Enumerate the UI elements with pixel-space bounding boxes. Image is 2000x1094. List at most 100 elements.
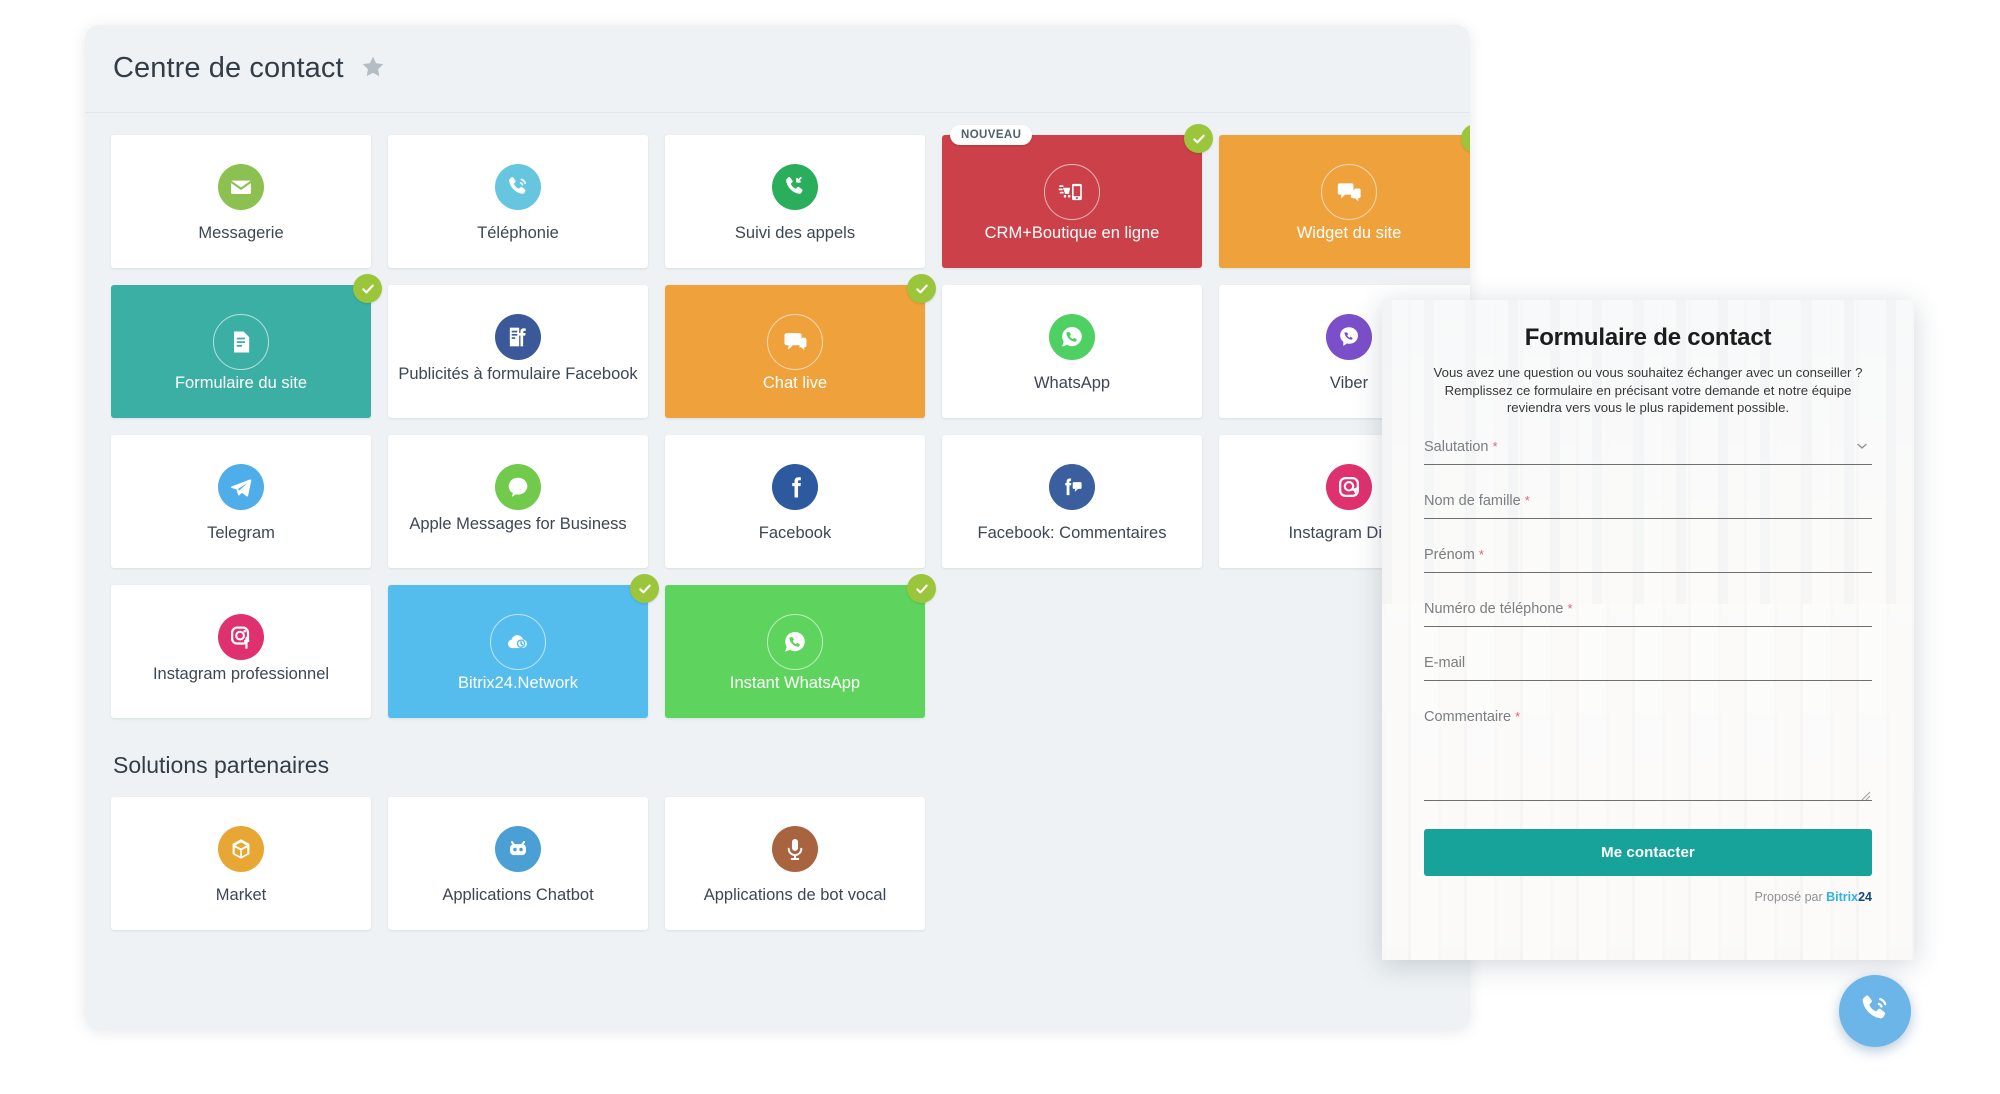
- channel-tile-label: Bitrix24.Network: [457, 674, 579, 692]
- partner-tile[interactable]: Market: [111, 797, 371, 930]
- required-marker: *: [1567, 600, 1573, 616]
- channel-tile[interactable]: Téléphonie: [388, 135, 648, 268]
- channel-tile-label: WhatsApp: [1033, 374, 1111, 392]
- form-content: Formulaire de contact Vous avez une ques…: [1382, 300, 1914, 904]
- channel-tile-label: Messagerie: [198, 224, 284, 242]
- cloud-network-icon: [490, 614, 546, 670]
- partner-tile-grid: Market Applications Chatbot Applications d…: [111, 797, 1444, 930]
- selected-check-badge: [630, 574, 659, 603]
- form-fields: Salutation * Nom de famille * Prénom * Numé…: [1424, 439, 1872, 801]
- channel-tile-label: Widget du site: [1296, 224, 1402, 242]
- field-underline[interactable]: [1424, 517, 1872, 519]
- field-label: Commentaire *: [1424, 708, 1521, 725]
- channel-tile-label: Formulaire du site: [174, 374, 308, 392]
- partner-tile-label: Market: [215, 886, 267, 904]
- selected-check-badge: [353, 274, 382, 303]
- screen-root: Centre de contact Messagerie Téléphonie Su…: [0, 0, 2000, 1094]
- form-title: Formulaire de contact: [1524, 324, 1772, 351]
- field-underline[interactable]: [1424, 571, 1872, 573]
- channel-tile-label: Apple Messages for Business: [409, 515, 627, 533]
- channel-tile[interactable]: Bitrix24.Network: [388, 574, 659, 718]
- channel-tile-label: CRM+Boutique en ligne: [984, 224, 1160, 242]
- footer-prefix: Proposé par: [1754, 889, 1823, 904]
- selected-check-badge: [1461, 124, 1470, 153]
- comment-input[interactable]: [1424, 734, 1872, 800]
- contact-center-panel: Centre de contact Messagerie Téléphonie Su…: [85, 25, 1470, 1030]
- channel-tile[interactable]: Facebook: [665, 435, 925, 568]
- required-marker: *: [1492, 438, 1498, 454]
- required-marker: *: [1478, 546, 1484, 562]
- selected-check-badge: [907, 274, 936, 303]
- channel-tile[interactable]: Messagerie: [111, 135, 371, 268]
- form-field: Salutation *: [1424, 439, 1872, 465]
- channel-tile-label: Suivi des appels: [734, 224, 856, 242]
- field-label: Salutation *: [1424, 438, 1498, 455]
- apple-messages-icon: [495, 464, 541, 510]
- channel-tile[interactable]: Chat live: [665, 274, 936, 418]
- chat-bubbles-icon: [1321, 164, 1377, 220]
- partner-tile-label: Applications de bot vocal: [703, 886, 887, 904]
- selected-check-badge: [907, 574, 936, 603]
- partner-tile[interactable]: Applications Chatbot: [388, 797, 648, 930]
- required-marker: *: [1524, 492, 1530, 508]
- required-marker: *: [1515, 708, 1521, 724]
- channel-tile[interactable]: Formulaire du site: [111, 274, 382, 418]
- box-icon: [218, 826, 264, 872]
- channel-tile-label: Facebook: [758, 524, 832, 542]
- phone-ring-icon: [495, 164, 541, 210]
- chevron-down-icon[interactable]: [1854, 438, 1870, 454]
- star-icon[interactable]: [360, 54, 386, 84]
- channel-tile-label: Telegram: [207, 524, 275, 542]
- channel-tile[interactable]: Telegram: [111, 435, 371, 568]
- channel-tile-label: Instagram professionnel: [152, 665, 330, 683]
- online-store-icon: [1044, 164, 1100, 220]
- channel-tile[interactable]: WhatsApp: [942, 285, 1202, 418]
- form-document-icon: [213, 314, 269, 370]
- selected-check-badge: [1184, 124, 1213, 153]
- field-label: Prénom *: [1424, 546, 1484, 563]
- resize-handle-icon[interactable]: [1861, 788, 1871, 800]
- new-badge: NOUVEAU: [950, 125, 1033, 145]
- telegram-icon: [218, 464, 264, 510]
- robot-icon: [495, 826, 541, 872]
- channel-tile[interactable]: Instant WhatsApp: [665, 574, 936, 718]
- channel-tile[interactable]: Publicités à formulaire Facebook: [388, 285, 648, 418]
- field-underline[interactable]: [1424, 463, 1872, 465]
- channel-tile-label: Facebook: Commentaires: [977, 524, 1167, 542]
- channel-tile-label: Instant WhatsApp: [729, 674, 861, 692]
- channel-tile-label: Chat live: [762, 374, 828, 392]
- channel-tile-label: Publicités à formulaire Facebook: [398, 365, 638, 383]
- call-widget-button[interactable]: [1839, 975, 1911, 1047]
- facebook-icon: [772, 464, 818, 510]
- microphone-icon: [772, 826, 818, 872]
- panel-header: Centre de contact: [85, 25, 1470, 113]
- field-underline[interactable]: [1424, 625, 1872, 627]
- panel-body: Messagerie Téléphonie Suivi des appels NOUV…: [85, 113, 1470, 930]
- field-underline[interactable]: [1424, 799, 1872, 801]
- field-label: Nom de famille *: [1424, 492, 1530, 509]
- channel-tile-label: Téléphonie: [477, 224, 559, 242]
- form-field: E-mail: [1424, 655, 1872, 681]
- channel-tile[interactable]: Suivi des appels: [665, 135, 925, 268]
- form-field: Numéro de téléphone *: [1424, 601, 1872, 627]
- channel-tile[interactable]: Facebook: Commentaires: [942, 435, 1202, 568]
- submit-button[interactable]: Me contacter: [1424, 828, 1872, 876]
- whatsapp-icon: [767, 614, 823, 670]
- channel-tile[interactable]: Widget du site: [1219, 124, 1470, 268]
- channel-tile[interactable]: Apple Messages for Business: [388, 435, 648, 568]
- form-description: Vous avez une question ou vous souhaitez…: [1433, 365, 1863, 415]
- instagram-business-icon: [218, 614, 264, 660]
- field-underline[interactable]: [1424, 679, 1872, 681]
- footer-brand: Bitrix: [1826, 889, 1859, 904]
- channel-tile[interactable]: Instagram professionnel: [111, 585, 371, 718]
- field-label: Numéro de téléphone *: [1424, 600, 1573, 617]
- live-chat-icon: [767, 314, 823, 370]
- form-footer: Proposé par Bitrix24: [1424, 890, 1872, 904]
- partner-tile[interactable]: Applications de bot vocal: [665, 797, 925, 930]
- envelope-icon: [218, 164, 264, 210]
- page-title: Centre de contact: [113, 52, 344, 84]
- whatsapp-icon: [1049, 314, 1095, 360]
- form-field: Commentaire *: [1424, 709, 1872, 801]
- channel-tile[interactable]: NOUVEAU CRM+Boutique en ligne: [942, 124, 1213, 268]
- contact-form-widget: Formulaire de contact Vous avez une ques…: [1382, 300, 1914, 960]
